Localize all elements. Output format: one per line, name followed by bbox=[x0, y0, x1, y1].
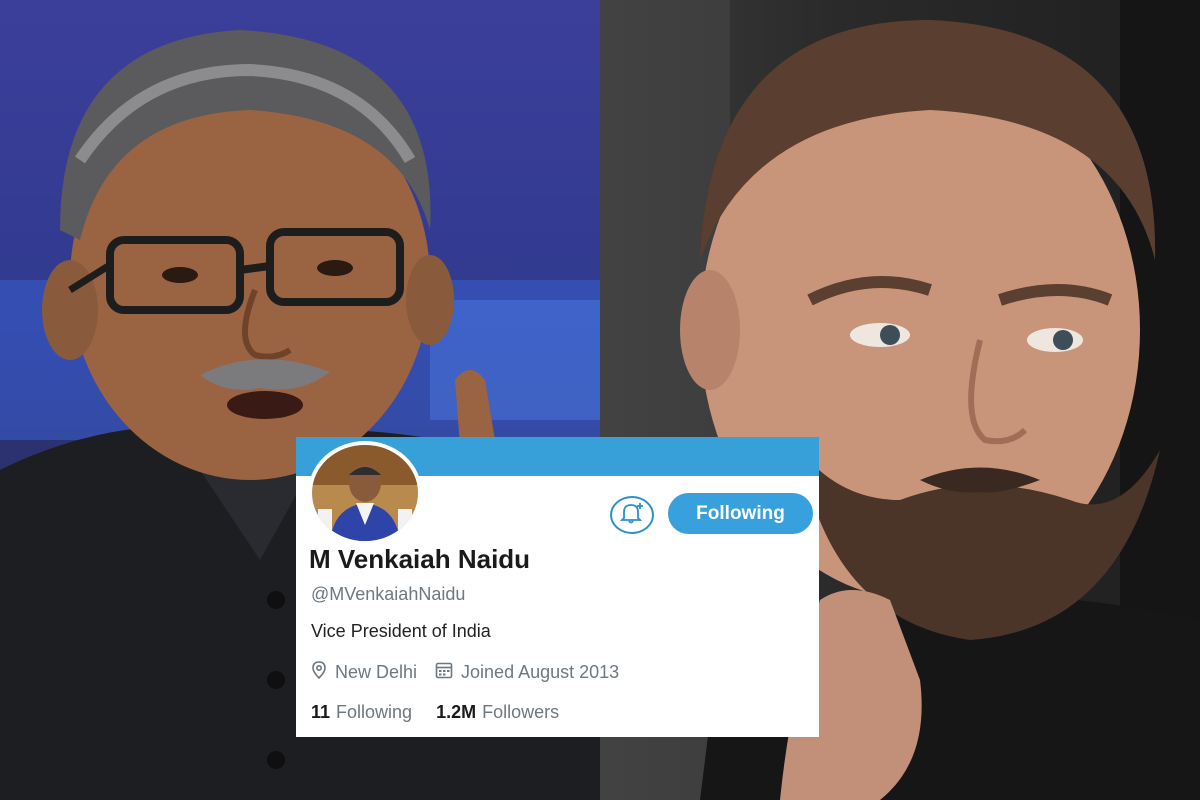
avatar-portrait bbox=[312, 445, 418, 541]
profile-meta: New Delhi Joined August 2013 bbox=[311, 661, 619, 684]
profile-location: New Delhi bbox=[335, 662, 418, 682]
bell-plus-icon bbox=[619, 501, 645, 529]
profile-bio: Vice President of India bbox=[311, 621, 491, 641]
profile-stats: 11 Following 1.2M Followers bbox=[311, 702, 559, 723]
profile-joined-date: Joined August 2013 bbox=[461, 662, 620, 682]
following-label: Following bbox=[336, 702, 413, 722]
location-pin-icon bbox=[311, 661, 327, 684]
followers-count: 1.2M bbox=[436, 702, 477, 722]
followers-label: Followers bbox=[482, 702, 560, 722]
profile-avatar[interactable] bbox=[308, 441, 422, 545]
calendar-icon bbox=[435, 661, 453, 684]
profile-handle[interactable]: @MVenkaiahNaidu bbox=[311, 584, 465, 605]
followers-stat[interactable]: 1.2M Followers bbox=[436, 702, 559, 723]
following-stat[interactable]: 11 Following bbox=[311, 702, 412, 723]
following-button[interactable]: Following bbox=[668, 493, 813, 534]
profile-display-name: M Venkaiah Naidu bbox=[309, 544, 531, 574]
notification-bell-button[interactable] bbox=[610, 496, 654, 534]
following-count: 11 bbox=[311, 702, 331, 722]
profile-card: Following M Venkaiah Naidu @MVenkaiahNai… bbox=[296, 437, 819, 737]
